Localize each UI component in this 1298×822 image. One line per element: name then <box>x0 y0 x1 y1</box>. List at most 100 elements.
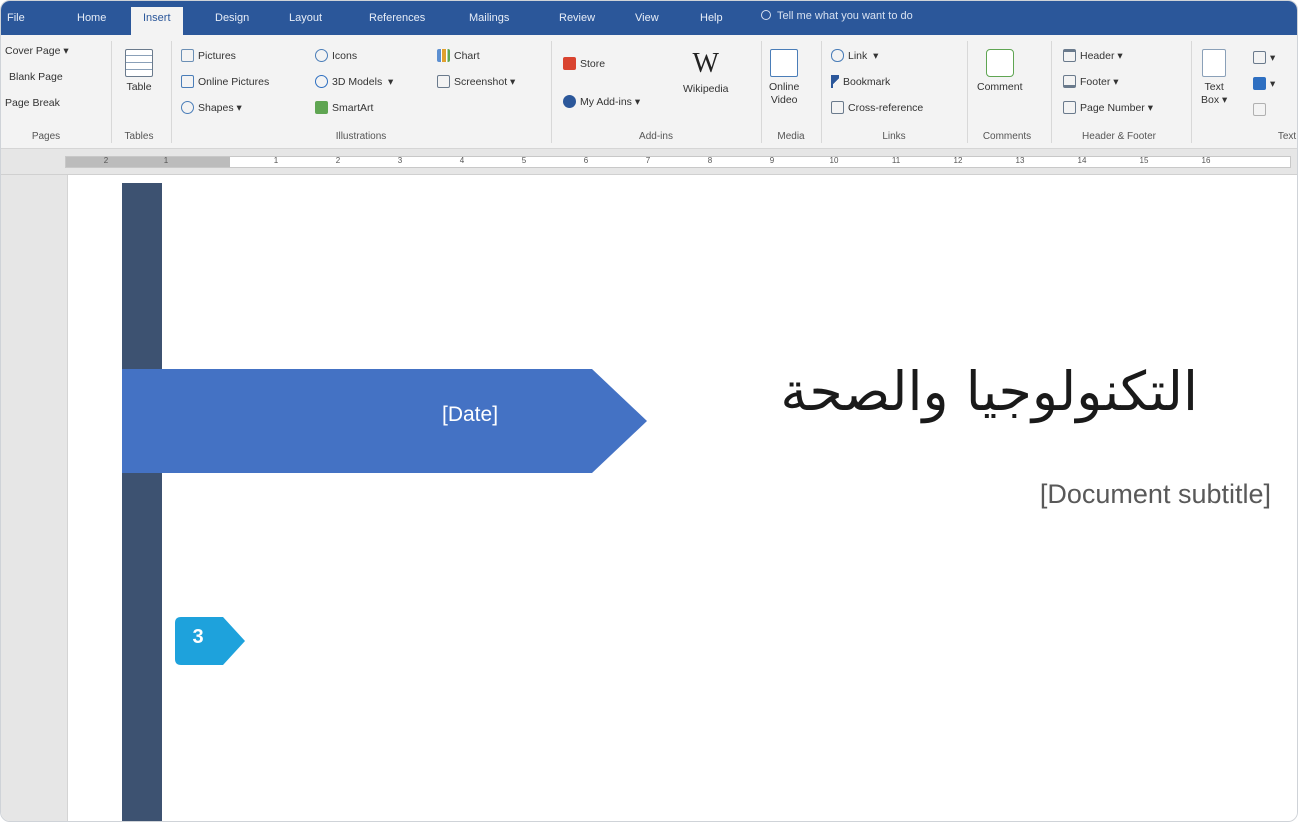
tab-home[interactable]: Home <box>73 9 110 35</box>
ruler-number: 1 <box>273 156 279 165</box>
ruler-number: 4 <box>459 156 465 165</box>
group-links: Link ▾ Bookmark Cross-reference Links <box>821 35 967 149</box>
ruler-margin <box>66 157 230 167</box>
group-label-illustrations: Illustrations <box>335 131 387 142</box>
3d-models-button[interactable]: 3D Models ▾ <box>315 75 393 88</box>
group-label-tables: Tables <box>124 131 154 142</box>
group-label-media: Media <box>777 131 805 142</box>
footer-button[interactable]: Footer ▾ <box>1063 75 1119 88</box>
chart-icon <box>437 49 450 62</box>
ruler-number: 16 <box>1201 156 1211 165</box>
screenshot-button[interactable]: Screenshot ▾ <box>437 75 515 88</box>
group-media: Online Video Media <box>761 35 821 149</box>
smartart-button[interactable]: SmartArt <box>315 101 373 114</box>
blank-page-button[interactable]: Blank Page <box>9 71 63 83</box>
online-pictures-button[interactable]: Online Pictures <box>181 75 269 88</box>
cross-reference-icon <box>831 101 844 114</box>
group-addins: Store My Add-ins ▾ W Wikipedia Add-ins <box>551 35 761 149</box>
horizontal-ruler[interactable]: 2 1 1 2 3 4 5 6 7 8 9 10 11 12 13 14 15 … <box>65 156 1291 168</box>
bookmark-button[interactable]: Bookmark <box>831 75 890 88</box>
tell-me-text: Tell me what you want to do <box>777 10 913 22</box>
cover-page-button[interactable]: Cover Page ▾ <box>5 45 69 57</box>
store-button[interactable]: Store <box>563 57 605 70</box>
wikipedia-icon: W <box>692 48 719 79</box>
group-pages: Cover Page ▾ Blank Page Page Break Pages <box>1 35 111 149</box>
page-break-button[interactable]: Page Break <box>5 97 60 109</box>
icons-button[interactable]: Icons <box>315 49 357 62</box>
ruler-number: 2 <box>335 156 341 165</box>
my-addins-icon <box>563 95 576 108</box>
ruler-number: 15 <box>1139 156 1149 165</box>
group-tables: Table Tables <box>111 35 171 149</box>
tab-review[interactable]: Review <box>555 9 599 35</box>
link-button[interactable]: Link ▾ <box>831 49 878 62</box>
ruler-number: 13 <box>1015 156 1025 165</box>
ruler-number: 9 <box>769 156 775 165</box>
word-window: File Home Insert Design Layout Reference… <box>0 0 1298 822</box>
shapes-button[interactable]: Shapes ▾ <box>181 101 242 114</box>
page-number-icon <box>1063 101 1076 114</box>
ruler-number: 12 <box>953 156 963 165</box>
tab-view[interactable]: View <box>631 9 663 35</box>
table-icon <box>125 49 153 77</box>
tab-design[interactable]: Design <box>211 9 253 35</box>
group-label-comments: Comments <box>982 131 1032 142</box>
icons-icon <box>315 49 328 62</box>
online-pictures-icon <box>181 75 194 88</box>
group-label-pages: Pages <box>31 131 61 142</box>
quick-parts-button[interactable]: ▾ <box>1253 51 1275 64</box>
step-callout-number: 3 <box>192 626 204 648</box>
tab-layout[interactable]: Layout <box>285 9 326 35</box>
page-number-button[interactable]: Page Number ▾ <box>1063 101 1153 114</box>
text-box-icon <box>1202 49 1227 77</box>
tab-references[interactable]: References <box>365 9 429 35</box>
header-icon <box>1063 49 1076 62</box>
cover-sidebar-bar <box>122 183 162 821</box>
group-header-footer: Header ▾ Footer ▾ Page Number ▾ Header &… <box>1051 35 1191 149</box>
header-button[interactable]: Header ▾ <box>1063 49 1123 62</box>
3d-models-icon <box>315 75 328 88</box>
group-illustrations: Pictures Online Pictures Shapes ▾ Icons … <box>171 35 551 149</box>
group-text: Text Box ▾ ▾ ▾ Text <box>1191 35 1297 149</box>
ruler-number: 6 <box>583 156 589 165</box>
quick-parts-icon <box>1253 51 1266 64</box>
bookmark-icon <box>831 75 839 88</box>
text-box-button[interactable]: Text Box ▾ <box>1201 49 1227 107</box>
ruler-number: 1 <box>163 156 169 165</box>
document-subtitle[interactable]: [Document subtitle] <box>1040 479 1271 510</box>
tab-help[interactable]: Help <box>696 9 727 35</box>
group-label-text: Text <box>1277 131 1297 142</box>
comment-button[interactable]: Comment <box>977 49 1023 94</box>
tab-file[interactable]: File <box>3 9 29 35</box>
ruler-number: 3 <box>397 156 403 165</box>
drop-cap-button[interactable] <box>1253 103 1270 116</box>
pictures-button[interactable]: Pictures <box>181 49 236 62</box>
wikipedia-button[interactable]: W Wikipedia <box>683 49 729 96</box>
ruler-number: 11 <box>891 156 901 165</box>
tab-mailings[interactable]: Mailings <box>465 9 513 35</box>
document-title[interactable]: التكنولوجيا والصحة <box>638 360 1198 423</box>
tell-me-search[interactable]: Tell me what you want to do <box>761 9 913 22</box>
my-addins-button[interactable]: My Add-ins ▾ <box>563 95 640 108</box>
group-label-addins: Add-ins <box>639 131 673 142</box>
wordart-button[interactable]: ▾ <box>1253 77 1275 90</box>
ruler-number: 5 <box>521 156 527 165</box>
ruler-number: 7 <box>645 156 651 165</box>
smartart-icon <box>315 101 328 114</box>
ruler-number: 14 <box>1077 156 1087 165</box>
link-icon <box>831 49 844 62</box>
date-banner <box>122 369 647 473</box>
tab-insert[interactable]: Insert <box>131 7 183 35</box>
table-button[interactable]: Table <box>125 49 153 94</box>
online-video-button[interactable]: Online Video <box>769 49 799 107</box>
group-comments: Comment Comments <box>967 35 1051 149</box>
chart-button[interactable]: Chart <box>437 49 480 62</box>
ruler-number: 10 <box>829 156 839 165</box>
document-page[interactable]: [Date] التكنولوجيا والصحة [Document subt… <box>67 175 1297 821</box>
cross-reference-button[interactable]: Cross-reference <box>831 101 923 114</box>
pictures-icon <box>181 49 194 62</box>
ruler-number: 2 <box>103 156 109 165</box>
search-icon <box>761 10 771 20</box>
screenshot-icon <box>437 75 450 88</box>
ribbon-tab-bar: File Home Insert Design Layout Reference… <box>1 1 1297 35</box>
